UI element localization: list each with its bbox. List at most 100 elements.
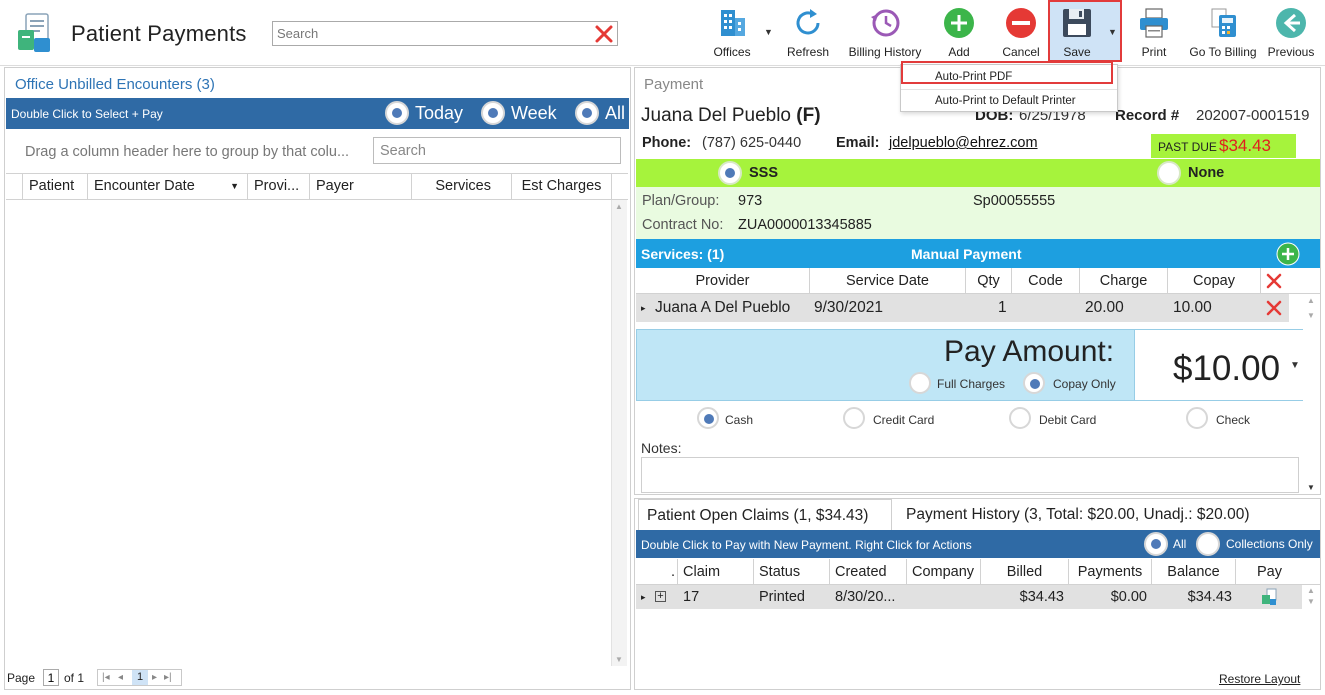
delete-all-services-icon[interactable]	[1265, 272, 1283, 290]
column-payer[interactable]: Payer	[310, 174, 412, 199]
column-patient[interactable]: Patient	[23, 174, 88, 199]
scroll-down-icon[interactable]: ▼	[1307, 597, 1315, 606]
method-debit-card-radio[interactable]	[1009, 407, 1031, 429]
method-check-radio[interactable]	[1186, 407, 1208, 429]
add-button[interactable]: Add	[935, 4, 983, 62]
claims-filter-collections-radio[interactable]	[1196, 532, 1220, 556]
service-row[interactable]: ▸ Juana A Del Pueblo 9/30/2021 1 20.00 1…	[636, 294, 1289, 322]
claims-panel: Patient Open Claims (1, $34.43) Payment …	[634, 498, 1321, 690]
past-due-amount: $34.43	[1219, 136, 1271, 155]
scroll-mid-down-icon[interactable]: ▼	[1307, 311, 1315, 320]
column-company[interactable]: Company	[907, 559, 981, 585]
pay-amount-dropdown-icon[interactable]: ▼	[1290, 360, 1300, 371]
claims-scrollbar[interactable]: ▲ ▼	[1304, 585, 1320, 609]
column-billed[interactable]: Billed	[981, 559, 1069, 585]
column-payments[interactable]: Payments	[1069, 559, 1152, 585]
add-service-icon[interactable]	[1276, 242, 1300, 266]
pager-last-icon[interactable]: ▸|	[164, 672, 172, 683]
scroll-down-icon[interactable]: ▼	[615, 655, 623, 664]
claims-filter-all-label: All	[1173, 537, 1187, 551]
pager-page-label: Page	[7, 671, 36, 685]
column-copay[interactable]: Copay	[1168, 268, 1261, 294]
tab-payment-history[interactable]: Payment History (3, Total: $20.00, Unadj…	[898, 499, 1257, 530]
cancel-minus-icon	[1006, 8, 1036, 38]
menu-item-auto-print-default-printer[interactable]: Auto-Print to Default Printer	[901, 89, 1117, 111]
save-button[interactable]: Save	[1053, 4, 1101, 62]
offices-dropdown-arrow-icon[interactable]: ▼	[764, 27, 776, 39]
payment-scrollbar[interactable]: ▲ ▼ ▼	[1304, 294, 1320, 494]
column-code[interactable]: Code	[1012, 268, 1080, 294]
column-est-charges[interactable]: Est Charges	[512, 174, 612, 199]
column-pay[interactable]: Pay	[1236, 559, 1303, 585]
refresh-button[interactable]: Refresh	[784, 4, 832, 62]
pager-next-icon[interactable]: ▸	[152, 672, 157, 683]
column-created[interactable]: Created	[830, 559, 907, 585]
scroll-down-icon[interactable]: ▼	[1307, 483, 1315, 492]
encounters-search-input[interactable]	[373, 137, 621, 164]
notes-textarea[interactable]	[641, 457, 1299, 493]
print-button[interactable]: Print	[1130, 4, 1178, 62]
save-dropdown-arrow-icon[interactable]: ▼	[1108, 27, 1120, 39]
restore-layout-link[interactable]: Restore Layout	[1219, 672, 1300, 686]
add-plus-icon	[944, 8, 974, 38]
filter-week-radio[interactable]	[481, 101, 505, 125]
method-credit-card-label: Credit Card	[873, 413, 935, 427]
scroll-up-icon[interactable]: ▲	[615, 202, 623, 211]
insurance-sss-radio[interactable]	[718, 161, 742, 185]
unbilled-encounters-title: Office Unbilled Encounters (3)	[15, 76, 215, 93]
column-status[interactable]: Status	[754, 559, 830, 585]
claims-filter-all-radio[interactable]	[1144, 532, 1168, 556]
encounters-scrollbar[interactable]: ▲ ▼	[611, 200, 627, 666]
filter-all-radio[interactable]	[575, 101, 599, 125]
column-encounter-date[interactable]: Encounter Date ▼	[88, 174, 248, 199]
claim-row[interactable]: ▸ + 17 Printed 8/30/20... $34.43 $0.00 $…	[636, 585, 1302, 609]
pager-current-page[interactable]: 1	[132, 670, 148, 685]
column-provider[interactable]: Provider	[636, 268, 810, 294]
pager-prev-icon[interactable]: ◂	[118, 672, 123, 683]
go-to-billing-button[interactable]: Go To Billing	[1187, 4, 1259, 62]
patient-search-input[interactable]	[272, 21, 618, 46]
pay-amount-input[interactable]: $10.00 ▼	[1134, 330, 1303, 400]
past-due-label: PAST DUE	[1158, 140, 1217, 154]
delete-service-icon[interactable]	[1265, 299, 1283, 317]
method-check-label: Check	[1216, 413, 1251, 427]
column-services[interactable]: Services	[412, 174, 512, 199]
plan-group-value: 973	[738, 193, 763, 209]
claims-instruction: Double Click to Pay with New Payment. Ri…	[641, 538, 972, 552]
tab-patient-open-claims[interactable]: Patient Open Claims (1, $34.43)	[638, 499, 892, 530]
history-clock-icon	[871, 9, 900, 37]
service-charge: 20.00	[1085, 299, 1124, 316]
column-service-date[interactable]: Service Date	[810, 268, 966, 294]
column-claim[interactable]: Claim	[678, 559, 754, 585]
page-title: Patient Payments	[71, 21, 247, 46]
scroll-up-icon[interactable]: ▲	[1307, 296, 1315, 305]
column-provider[interactable]: Provi...	[248, 174, 310, 199]
service-provider: Juana A Del Pueblo	[655, 299, 791, 316]
insurance-sss-label: SSS	[749, 165, 779, 181]
back-arrow-icon	[1276, 8, 1306, 38]
scroll-up-icon[interactable]: ▲	[1307, 586, 1315, 595]
pager-page-input[interactable]	[43, 669, 59, 686]
copay-only-label: Copay Only	[1053, 377, 1116, 391]
filter-today-radio[interactable]	[385, 101, 409, 125]
cancel-button[interactable]: Cancel	[997, 4, 1045, 62]
expand-row-icon[interactable]: +	[655, 591, 666, 602]
column-charge[interactable]: Charge	[1080, 268, 1168, 294]
method-cash-radio[interactable]	[697, 407, 719, 429]
billing-history-button[interactable]: Billing History	[846, 4, 924, 62]
column-balance[interactable]: Balance	[1152, 559, 1236, 585]
clear-search-icon[interactable]	[592, 22, 616, 46]
copay-only-radio[interactable]	[1023, 372, 1045, 394]
insurance-none-radio[interactable]	[1157, 161, 1181, 185]
full-charges-radio[interactable]	[909, 372, 931, 394]
method-credit-card-radio[interactable]	[843, 407, 865, 429]
manual-payment-label: Manual Payment	[911, 246, 1022, 262]
email-link[interactable]: jdelpueblo@ehrez.com	[889, 135, 1038, 151]
pager-first-icon[interactable]: |◂	[102, 672, 110, 683]
save-floppy-icon	[1063, 9, 1091, 37]
patient-name: Juana Del Pueblo (F)	[641, 105, 821, 127]
pay-claim-icon[interactable]	[1260, 588, 1278, 606]
offices-button[interactable]: Offices	[708, 4, 756, 62]
previous-button[interactable]: Previous	[1267, 4, 1315, 62]
column-qty[interactable]: Qty	[966, 268, 1012, 294]
